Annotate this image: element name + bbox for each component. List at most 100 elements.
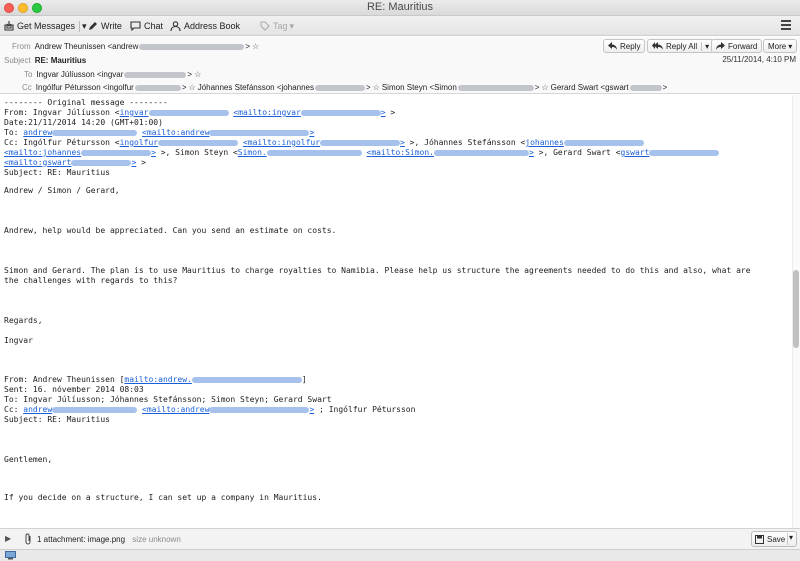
get-messages-label: Get Messages xyxy=(17,21,76,31)
cc-recipient-3[interactable]: Simon Steyn <Simon xyxy=(382,83,457,92)
quoted-subject-line-2: Subject: RE: Mauritius xyxy=(4,415,110,424)
scrollbar-thumb[interactable] xyxy=(793,270,799,348)
cc-label: Cc xyxy=(22,83,32,92)
body-paragraph: Simon and Gerard. The plan is to use Mau… xyxy=(4,266,751,275)
tag-chevron-icon: ▾ xyxy=(289,20,295,31)
tag-icon xyxy=(260,21,270,31)
hamburger-menu-icon[interactable] xyxy=(781,20,791,31)
email-link[interactable]: andrew xyxy=(23,405,138,414)
title-bar: RE: Mauritius xyxy=(0,0,800,16)
forward-button[interactable]: Forward xyxy=(711,39,763,53)
chevron-down-icon[interactable]: ▾ xyxy=(79,20,87,32)
mailto-link[interactable]: <mailto:Simon. > xyxy=(367,148,534,157)
star-icon[interactable]: ☆ xyxy=(252,42,259,51)
paperclip-icon xyxy=(25,533,31,545)
subject-label: Subject xyxy=(4,56,31,65)
network-status-icon[interactable] xyxy=(5,551,16,560)
from-label: From xyxy=(12,42,31,51)
cc-recipient-1[interactable]: Ingólfur Pétursson <ingolfur xyxy=(36,83,134,92)
expand-triangle-icon[interactable]: ▶ xyxy=(5,534,11,543)
cc-recipient-4[interactable]: Gerard Swart <gswart xyxy=(551,83,629,92)
star-icon[interactable]: ☆ xyxy=(194,70,201,79)
address-book-label: Address Book xyxy=(184,21,241,31)
get-messages-button[interactable]: Get Messages ▾ xyxy=(4,19,87,33)
email-link[interactable]: andrew xyxy=(23,128,138,137)
star-icon[interactable]: ☆ xyxy=(373,83,380,92)
greeting: Andrew / Simon / Gerard, xyxy=(4,186,120,195)
text-span: From: Ingvar Júlíusson < xyxy=(4,108,120,117)
cc-recipient-2[interactable]: Jóhannes Stefánsson <johannes xyxy=(198,83,314,92)
text-span: >, Jóhannes Stefánsson < xyxy=(404,138,526,147)
more-chevron-icon: ▾ xyxy=(788,41,793,51)
redacted-email xyxy=(315,84,365,91)
address-book-button[interactable]: Address Book xyxy=(170,19,240,33)
text-span: From: Andrew Theunissen [ xyxy=(4,375,125,384)
original-message-separator: -------- Original message -------- xyxy=(4,98,168,107)
redacted-email xyxy=(134,84,181,91)
mailto-link[interactable]: <mailto:ingvar > xyxy=(233,108,385,117)
text-span: ; Ingólfur Pétursson xyxy=(314,405,416,414)
to-value[interactable]: Ingvar Júlíusson <ingvar xyxy=(36,70,123,79)
mailto-link[interactable]: <mailto:ingolfur > xyxy=(243,138,405,147)
quoted-paragraph: If you decide on a structure, I can set … xyxy=(4,493,322,502)
inbox-download-icon xyxy=(4,21,14,31)
forward-label: Forward xyxy=(728,41,758,51)
mailto-link[interactable]: <mailto:andrew > xyxy=(142,405,314,414)
mailto-link[interactable]: <mailto:johannes > xyxy=(4,148,156,157)
more-button[interactable]: More ▾ xyxy=(763,39,798,53)
subject-value: RE: Mauritius xyxy=(34,56,87,65)
mailto-link[interactable]: <mailto:gswart > xyxy=(4,158,136,167)
address-book-icon xyxy=(170,21,181,31)
quoted-from-line-2: From: Andrew Theunissen [mailto:andrew.] xyxy=(4,375,307,384)
pencil-icon xyxy=(89,22,97,30)
attachment-summary[interactable]: 1 attachment: image.png size unknown xyxy=(37,535,181,544)
reply-all-chevron-icon[interactable]: ▾ xyxy=(701,41,709,51)
chat-label: Chat xyxy=(144,21,164,31)
save-chevron-icon[interactable]: ▾ xyxy=(789,533,793,542)
chat-button[interactable]: Chat xyxy=(130,19,163,33)
redacted-email xyxy=(629,84,662,91)
sign-off: Regards, xyxy=(4,316,43,325)
quoted-subject-line: Subject: RE: Mauritius xyxy=(4,168,110,177)
attachment-size: size unknown xyxy=(132,535,181,544)
more-label: More xyxy=(768,41,787,51)
text-span: >, Gerard Swart < xyxy=(533,148,621,157)
reply-all-button[interactable]: Reply All ▾ xyxy=(647,39,715,53)
email-link[interactable]: ingolfur xyxy=(120,138,239,147)
quoted-cc-line-4: Cc: andrew <mailto:andrew > ; Ingólfur Pé… xyxy=(4,405,415,415)
write-button[interactable]: Write xyxy=(88,19,122,33)
write-label: Write xyxy=(101,21,122,31)
star-icon[interactable]: ☆ xyxy=(541,83,548,92)
status-bar xyxy=(0,549,800,561)
email-link[interactable]: gswart xyxy=(621,148,720,157)
from-value[interactable]: Andrew Theunissen <andrew xyxy=(35,42,139,51)
chat-bubble-icon xyxy=(130,21,141,31)
reply-button[interactable]: Reply xyxy=(603,39,646,53)
email-link[interactable]: ingvar xyxy=(120,108,229,117)
email-link[interactable]: johannes xyxy=(525,138,644,147)
subject-row: Subject RE: Mauritius xyxy=(4,56,86,65)
mailto-link[interactable]: mailto:andrew. xyxy=(124,375,302,384)
quoted-greeting: Gentlemen, xyxy=(4,455,53,464)
redacted-email xyxy=(139,43,245,50)
message-header: From Andrew Theunissen <andrew > ☆ Subje… xyxy=(0,37,800,94)
save-label: Save xyxy=(767,534,786,544)
tag-button[interactable]: Tag ▾ xyxy=(260,19,294,33)
star-icon[interactable]: ☆ xyxy=(189,83,196,92)
redacted-email xyxy=(457,84,534,91)
main-toolbar: Get Messages ▾ Write Chat Address Book T… xyxy=(0,16,800,36)
email-link[interactable]: Simon. xyxy=(238,148,362,157)
message-body: -------- Original message -------- From:… xyxy=(0,95,792,528)
save-attachment-button[interactable]: Save ▾ xyxy=(751,531,797,547)
quoted-from-line: From: Ingvar Júlíusson <ingvar <mailto:i… xyxy=(4,108,396,117)
quoted-cc-line-2: <mailto:johannes > >, Simon Steyn <Simon.… xyxy=(4,148,720,158)
mailto-link[interactable]: <mailto:andrew > xyxy=(142,128,314,137)
window-title: RE: Mauritius xyxy=(366,1,434,13)
attachment-bar: ▶ 1 attachment: image.png size unknown S… xyxy=(0,528,800,549)
redacted-email xyxy=(124,71,187,78)
cc-row: Cc Ingólfur Pétursson <ingolfur > ☆ Jóha… xyxy=(22,83,668,92)
to-label: To xyxy=(24,70,33,79)
quoted-to-line-2: To: Ingvar Júlíusson; Jóhannes Stefánsso… xyxy=(4,395,332,404)
floppy-disk-icon xyxy=(755,534,764,544)
reply-arrow-icon xyxy=(608,42,617,50)
